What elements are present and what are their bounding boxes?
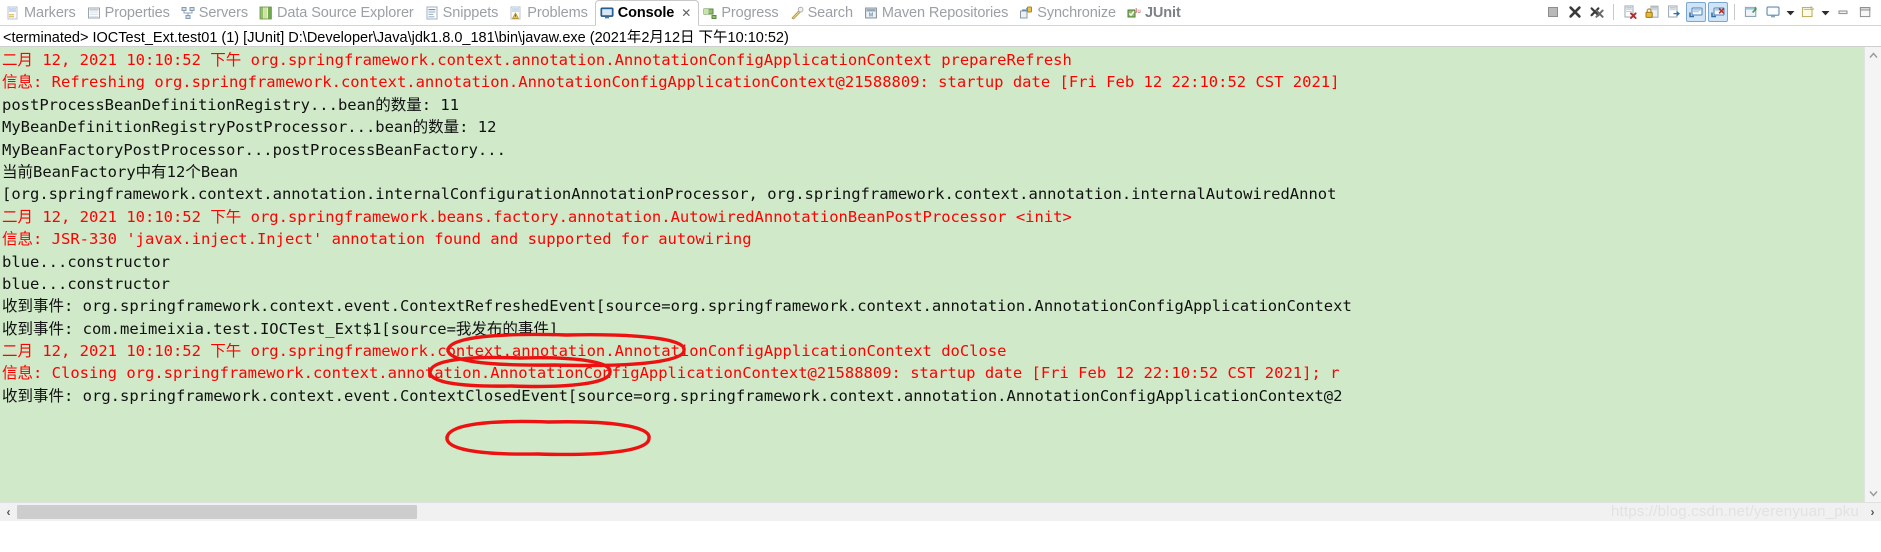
separator-1: [1613, 4, 1614, 20]
tab-label: Console: [617, 5, 675, 21]
view-tab-bar: Markers Properties Servers Data Source Expl…: [0, 0, 1881, 26]
console-line: 信息: JSR-330 'javax.inject.Inject' annota…: [2, 230, 752, 249]
tab-data-source-explorer[interactable]: Data Source Explorer: [255, 1, 421, 25]
tab-maven-repositories[interactable]: M Maven Repositories: [860, 1, 1015, 25]
open-console-menu[interactable]: [1820, 2, 1831, 22]
tab-label: Search: [807, 5, 853, 21]
console-horizontal-scrollbar[interactable]: ‹ https://blog.csdn.net/yerenyuan_pku ›: [0, 502, 1881, 521]
open-console-button[interactable]: [1798, 2, 1818, 22]
minimize-button[interactable]: [1833, 2, 1853, 22]
console-line: 收到事件: org.springframework.context.event.…: [2, 386, 1343, 405]
problems-icon: [509, 6, 523, 20]
remove-launch-button[interactable]: [1565, 2, 1585, 22]
console-vertical-scrollbar[interactable]: [1864, 47, 1881, 502]
tab-label: Problems: [527, 5, 588, 21]
console-output[interactable]: 二月 12, 2021 10:10:52 下午 org.springframew…: [0, 47, 1864, 502]
console-icon: [600, 6, 614, 20]
scroll-lock-button[interactable]: [1642, 2, 1662, 22]
remove-all-terminated-button[interactable]: [1587, 2, 1607, 22]
console-line: 信息: Closing org.springframework.context.…: [2, 364, 1340, 383]
tab-label: Progress: [721, 5, 779, 21]
close-icon[interactable]: ✕: [681, 7, 691, 19]
tab-snippets[interactable]: Snippets: [421, 1, 506, 25]
display-selected-console-button[interactable]: [1763, 2, 1783, 22]
console-line: 信息: Refreshing org.springframework.conte…: [2, 73, 1340, 92]
svg-text:M: M: [869, 12, 873, 18]
synchronize-icon: [1019, 6, 1033, 20]
junit-icon: Ju: [1127, 6, 1141, 20]
console-line: 当前BeanFactory中有12个Bean: [2, 162, 239, 181]
tab-label: Snippets: [442, 5, 499, 21]
tab-synchronize[interactable]: Synchronize: [1015, 1, 1123, 25]
console-line: 收到事件: org.springframework.context.event.…: [2, 297, 1352, 316]
console-line: MyBeanFactoryPostProcessor...postProcess…: [2, 140, 506, 159]
show-console-on-error-button[interactable]: [1708, 2, 1728, 22]
tab-markers[interactable]: Markers: [2, 1, 83, 25]
console-view: 二月 12, 2021 10:10:52 下午 org.springframew…: [0, 47, 1881, 502]
separator-2: [1734, 4, 1735, 20]
tab-search[interactable]: Search: [786, 1, 860, 25]
svg-text:Ju: Ju: [1134, 9, 1140, 15]
tab-properties[interactable]: Properties: [83, 1, 177, 25]
datasource-icon: [259, 6, 273, 20]
tab-progress[interactable]: Progress: [699, 1, 785, 25]
console-line: blue...constructor: [2, 252, 170, 271]
launch-status-line: <terminated> IOCTest_Ext.test01 (1) [JUn…: [0, 26, 1881, 47]
scroll-right-arrow-icon[interactable]: ›: [1864, 503, 1881, 522]
tab-label: Synchronize: [1037, 5, 1116, 21]
terminate-button[interactable]: [1543, 2, 1563, 22]
console-line: postProcessBeanDefinitionRegistry...bean…: [2, 95, 460, 114]
console-line: 收到事件: com.meimeixia.test.IOCTest_Ext$1[s…: [2, 319, 559, 338]
scroll-up-arrow-icon[interactable]: [1865, 47, 1881, 64]
word-wrap-button[interactable]: [1664, 2, 1684, 22]
tab-label: Properties: [104, 5, 170, 21]
hscroll-thumb[interactable]: [17, 505, 417, 519]
markers-icon: [6, 6, 20, 20]
pin-console-button[interactable]: [1741, 2, 1761, 22]
clear-console-button[interactable]: [1620, 2, 1640, 22]
tab-list: Markers Properties Servers Data Source Expl…: [0, 0, 1188, 26]
console-line: 二月 12, 2021 10:10:52 下午 org.springframew…: [2, 342, 1007, 361]
console-line: [org.springframework.context.annotation.…: [2, 185, 1337, 204]
tab-label: Data Source Explorer: [277, 5, 414, 21]
tab-console[interactable]: Console ✕: [594, 0, 700, 26]
console-line: MyBeanDefinitionRegistryPostProcessor...…: [2, 118, 497, 137]
tab-problems[interactable]: Problems: [505, 1, 594, 25]
progress-icon: [703, 6, 717, 20]
tab-junit[interactable]: Ju JUnit: [1123, 1, 1188, 25]
display-selected-console-menu[interactable]: [1785, 2, 1796, 22]
console-line: blue...constructor: [2, 274, 170, 293]
scroll-left-arrow-icon[interactable]: ‹: [0, 503, 17, 522]
maximize-button[interactable]: [1855, 2, 1875, 22]
console-line: 二月 12, 2021 10:10:52 下午 org.springframew…: [2, 207, 1072, 226]
tab-label: Servers: [198, 5, 249, 21]
servers-icon: [181, 6, 195, 20]
scroll-down-arrow-icon[interactable]: [1865, 485, 1881, 502]
tab-servers[interactable]: Servers: [177, 1, 255, 25]
hscroll-track[interactable]: [17, 503, 1864, 522]
show-console-on-output-button[interactable]: [1686, 2, 1706, 22]
console-line: 二月 12, 2021 10:10:52 下午 org.springframew…: [2, 51, 1072, 69]
snippets-icon: [425, 6, 439, 20]
tab-label: Maven Repositories: [881, 5, 1009, 21]
launch-status-text: <terminated> IOCTest_Ext.test01 (1) [JUn…: [3, 29, 789, 46]
tab-label: Markers: [24, 5, 76, 21]
maven-icon: M: [864, 6, 878, 20]
search-icon: [790, 6, 804, 20]
console-toolbar: [1543, 0, 1881, 25]
properties-icon: [87, 6, 101, 20]
tab-label: JUnit: [1144, 5, 1181, 21]
